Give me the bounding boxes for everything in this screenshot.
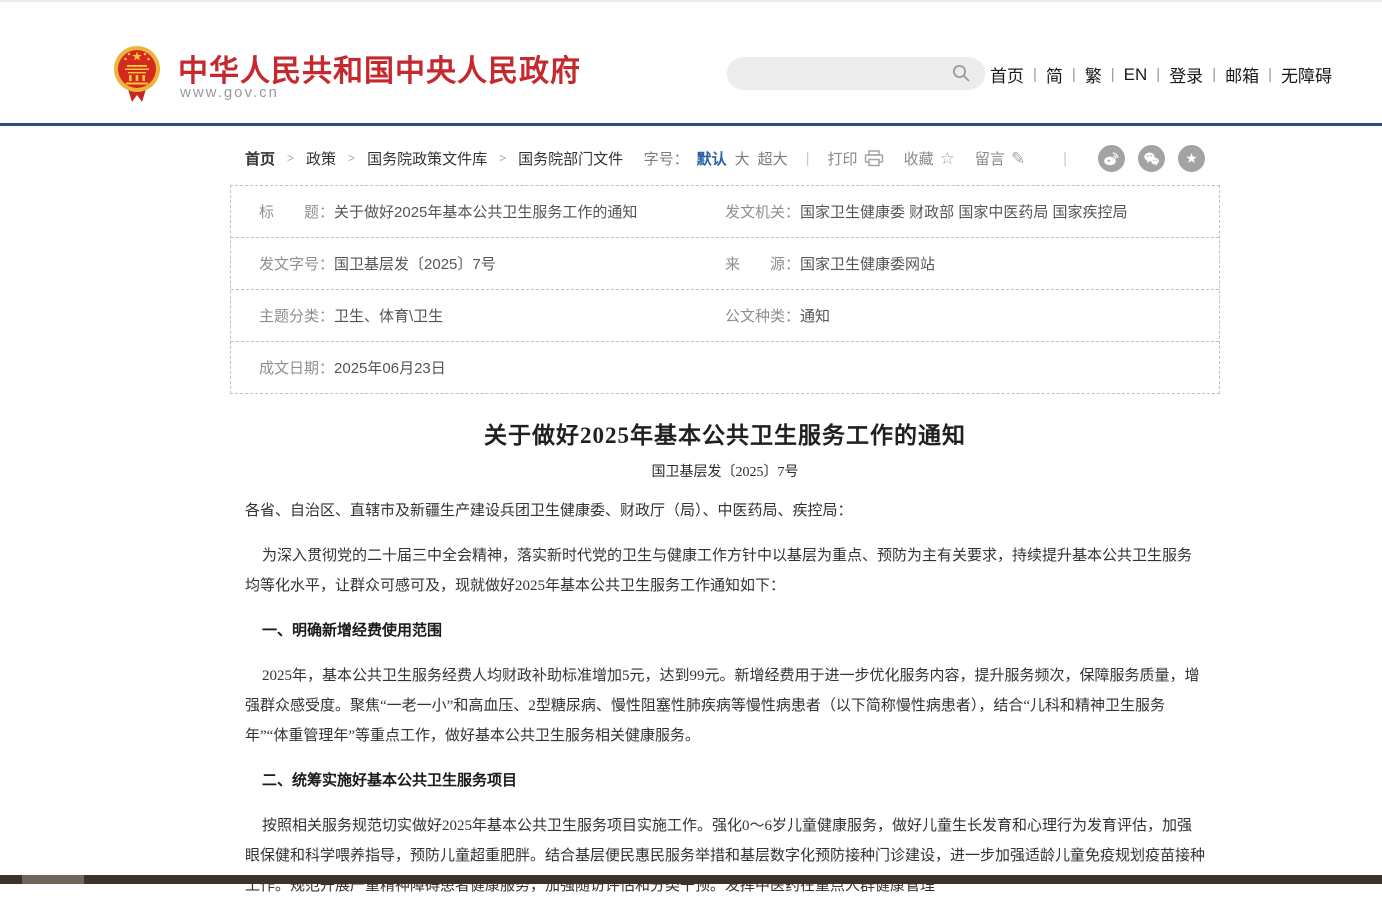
share-buttons: ★: [1085, 145, 1205, 172]
qzone-star-icon: ★: [1185, 151, 1198, 165]
document-meta-table: 标 题： 关于做好2025年基本公共卫生服务工作的通知 发文机关： 国家卫生健康…: [230, 185, 1220, 394]
nav-english[interactable]: EN: [1124, 65, 1148, 85]
meta-value-source: 国家卫生健康委网站: [800, 253, 935, 274]
nav-separator: |: [1111, 66, 1115, 83]
breadcrumb-policy-library[interactable]: 国务院政策文件库: [367, 148, 487, 169]
breadcrumb-policy[interactable]: 政策: [306, 148, 336, 169]
main-content: 首页 > 政策 > 国务院政策文件库 > 国务院部门文件 字号： 默认 大 超大…: [230, 144, 1220, 901]
site-url: www.gov.cn: [180, 84, 279, 101]
breadcrumb: 首页 > 政策 > 国务院政策文件库 > 国务院部门文件: [245, 148, 623, 169]
meta-label-topic-category: 主题分类：: [259, 305, 334, 326]
site-header: 中华人民共和国中央人民政府 www.gov.cn 首页 | 简 | 繁 | EN…: [0, 2, 1382, 126]
meta-cell-written-date: 成文日期： 2025年06月23日: [231, 357, 725, 378]
meta-cell-title: 标 题： 关于做好2025年基本公共卫生服务工作的通知: [231, 201, 725, 222]
meta-row-date: 成文日期： 2025年06月23日: [231, 342, 1219, 393]
meta-cell-source: 来 源： 国家卫生健康委网站: [725, 253, 1219, 274]
print-button[interactable]: 打印: [828, 148, 884, 169]
document-toolbar: 字号： 默认 大 超大 | 打印 收藏 ☆ 留言 ✎ |: [644, 145, 1205, 172]
nav-home[interactable]: 首页: [990, 62, 1024, 87]
meta-row-title-agency: 标 题： 关于做好2025年基本公共卫生服务工作的通知 发文机关： 国家卫生健康…: [231, 186, 1219, 238]
breadcrumb-home[interactable]: 首页: [245, 148, 275, 169]
favorite-button[interactable]: 收藏 ☆: [904, 148, 955, 169]
meta-value-written-date: 2025年06月23日: [334, 357, 446, 378]
meta-value-doc-type: 通知: [800, 305, 830, 326]
search-input[interactable]: [727, 65, 952, 82]
meta-row-docnum-source: 发文字号： 国卫基层发〔2025〕7号 来 源： 国家卫生健康委网站: [231, 238, 1219, 290]
search-box[interactable]: [727, 57, 985, 90]
meta-cell-issuing-agency: 发文机关： 国家卫生健康委 财政部 国家中医药局 国家疾控局: [725, 201, 1219, 222]
chevron-right-icon: >: [287, 151, 294, 165]
qzone-share-icon[interactable]: ★: [1178, 145, 1205, 172]
toolbar-separator: |: [1063, 150, 1067, 167]
nav-separator: |: [1033, 66, 1037, 83]
nav-simplified[interactable]: 简: [1046, 62, 1063, 87]
meta-row-category-type: 主题分类： 卫生、体育\卫生 公文种类： 通知: [231, 290, 1219, 342]
font-size-label: 字号：: [644, 148, 689, 169]
article-body: 各省、自治区、直辖市及新疆生产建设兵团卫生健康委、财政厅（局）、中医药局、疾控局…: [230, 496, 1220, 901]
top-nav: 首页 | 简 | 繁 | EN | 登录 | 邮箱 | 无障碍: [990, 62, 1332, 87]
article-doc-number: 国卫基层发〔2025〕7号: [230, 461, 1220, 481]
search-icon[interactable]: [952, 64, 971, 83]
toolbar-separator: |: [806, 150, 810, 167]
article-section-heading-2: 二、统筹实施好基本公共卫生服务项目: [245, 766, 1205, 796]
chevron-right-icon: >: [499, 151, 506, 165]
chevron-right-icon: >: [348, 151, 355, 165]
meta-value-topic-category: 卫生、体育\卫生: [334, 305, 443, 326]
meta-cell-topic-category: 主题分类： 卫生、体育\卫生: [231, 305, 725, 326]
breadcrumb-current: 国务院部门文件: [518, 148, 623, 169]
meta-label-written-date: 成文日期：: [259, 357, 334, 378]
article-section-heading-1: 一、明确新增经费使用范围: [245, 616, 1205, 646]
scrollbar-thumb[interactable]: [22, 875, 84, 884]
nav-separator: |: [1212, 66, 1216, 83]
breadcrumb-toolbar-row: 首页 > 政策 > 国务院政策文件库 > 国务院部门文件 字号： 默认 大 超大…: [230, 144, 1220, 172]
print-label: 打印: [828, 148, 858, 169]
meta-label-source: 来 源：: [725, 253, 800, 274]
comment-label: 留言: [975, 148, 1005, 169]
nav-traditional[interactable]: 繁: [1085, 62, 1102, 87]
article-salutation: 各省、自治区、直辖市及新疆生产建设兵团卫生健康委、财政厅（局）、中医药局、疾控局…: [245, 496, 1205, 526]
nav-separator: |: [1072, 66, 1076, 83]
nav-separator: |: [1156, 66, 1160, 83]
printer-icon: [864, 150, 884, 167]
meta-label-doc-number: 发文字号：: [259, 253, 334, 274]
nav-separator: |: [1268, 66, 1272, 83]
font-size-default-button[interactable]: 默认: [697, 148, 727, 169]
meta-cell-empty: [725, 357, 1219, 378]
article-title: 关于做好2025年基本公共卫生服务工作的通知: [230, 416, 1220, 450]
article-paragraph: 为深入贯彻党的二十届三中全会精神，落实新时代党的卫生与健康工作方针中以基层为重点…: [245, 541, 1205, 601]
meta-cell-doc-type: 公文种类： 通知: [725, 305, 1219, 326]
meta-value-doc-number: 国卫基层发〔2025〕7号: [334, 253, 496, 274]
national-emblem-logo: [113, 44, 161, 106]
star-icon: ☆: [940, 150, 955, 167]
wechat-share-icon[interactable]: [1138, 145, 1165, 172]
article-paragraph: 按照相关服务规范切实做好2025年基本公共卫生服务项目实施工作。强化0～6岁儿童…: [245, 811, 1205, 901]
meta-value-issuing-agency: 国家卫生健康委 财政部 国家中医药局 国家疾控局: [800, 201, 1128, 222]
nav-login[interactable]: 登录: [1169, 62, 1203, 87]
font-size-large-button[interactable]: 大: [735, 148, 750, 169]
weibo-share-icon[interactable]: [1098, 145, 1125, 172]
meta-cell-doc-number: 发文字号： 国卫基层发〔2025〕7号: [231, 253, 725, 274]
article-paragraph: 2025年，基本公共卫生服务经费人均财政补助标准增加5元，达到99元。新增经费用…: [245, 661, 1205, 751]
font-size-xlarge-button[interactable]: 超大: [758, 148, 788, 169]
meta-label-issuing-agency: 发文机关：: [725, 201, 800, 222]
meta-label-doc-type: 公文种类：: [725, 305, 800, 326]
horizontal-scrollbar[interactable]: [0, 875, 1382, 884]
comment-button[interactable]: 留言 ✎: [975, 148, 1025, 169]
meta-value-title: 关于做好2025年基本公共卫生服务工作的通知: [334, 201, 637, 222]
meta-label-title: 标 题：: [259, 201, 334, 222]
pencil-icon: ✎: [1011, 150, 1025, 167]
nav-mailbox[interactable]: 邮箱: [1225, 62, 1259, 87]
favorite-label: 收藏: [904, 148, 934, 169]
nav-accessibility[interactable]: 无障碍: [1281, 62, 1332, 87]
